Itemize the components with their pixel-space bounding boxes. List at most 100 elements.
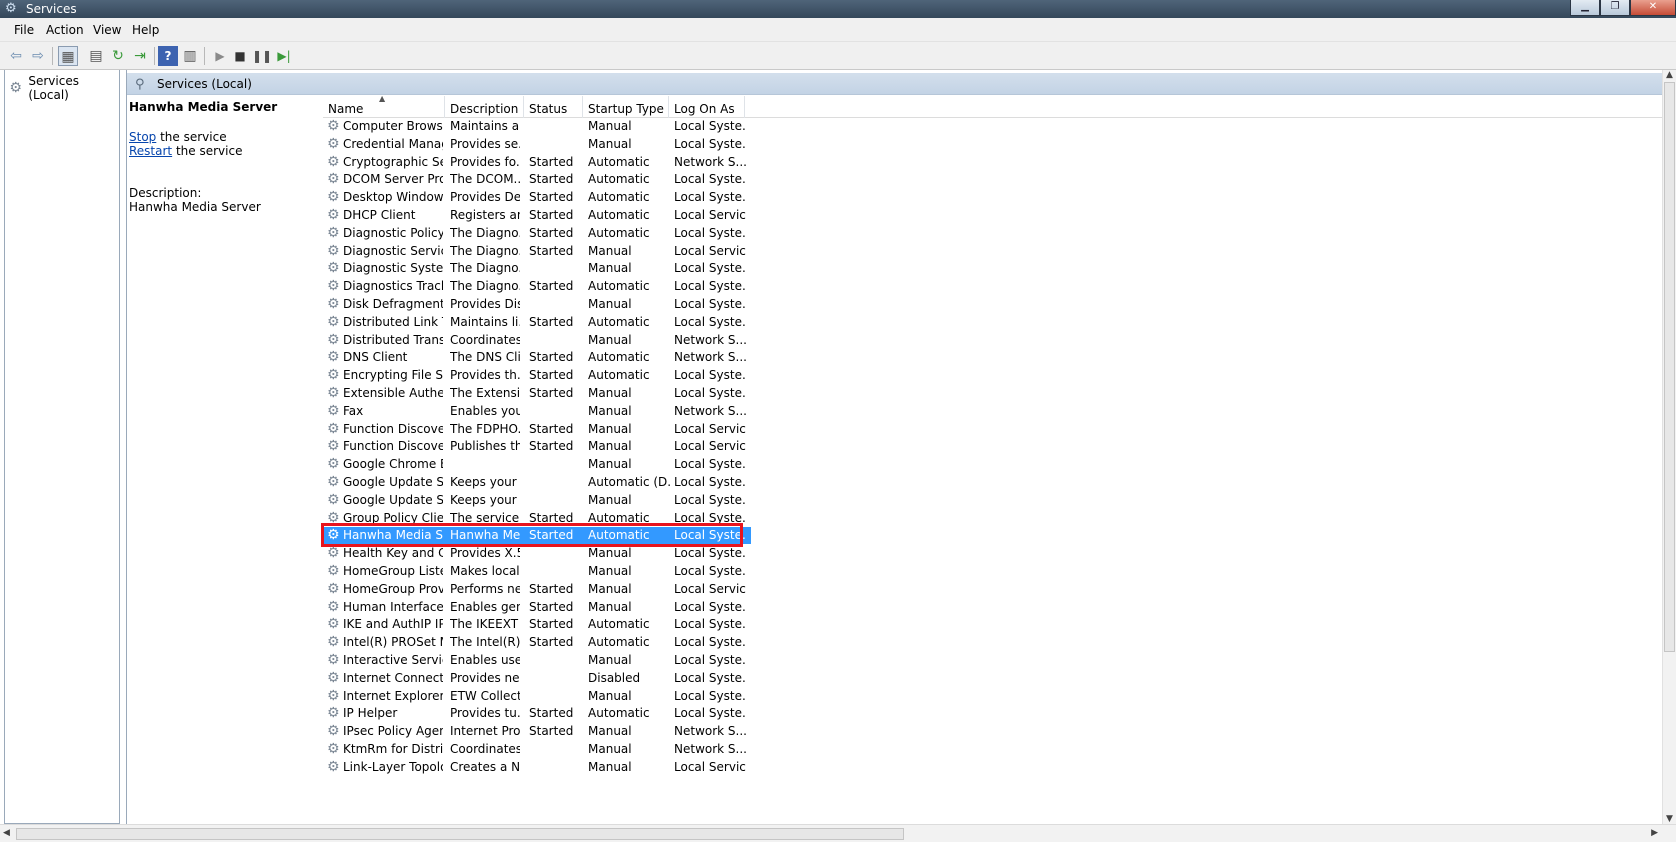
back-arrow-icon[interactable]: ⇦ (6, 46, 26, 66)
menu-action[interactable]: Action (46, 23, 84, 37)
cell-name: Desktop Window ... (343, 190, 443, 205)
table-row[interactable]: ⚙Internet Explorer E... ETW Collect... Man… (323, 688, 751, 705)
vertical-scroll-thumb[interactable] (1664, 82, 1675, 652)
table-row[interactable]: ⚙Desktop Window ... Provides De... Started… (323, 189, 751, 206)
table-row[interactable]: ⚙Disk Defragmenter Provides Dis... Manual L… (323, 296, 751, 313)
table-row[interactable]: ⚙DNS Client The DNS Cli... Started Automati… (323, 349, 751, 366)
table-row[interactable]: ⚙HomeGroup Provi... Performs ne... Started… (323, 581, 751, 598)
cell-desc: The Extensi... (450, 386, 520, 400)
table-row[interactable]: ⚙KtmRm for Distrib... Coordinates... Manua… (323, 741, 751, 758)
cell-logon: Local Syste... (674, 510, 746, 525)
service-gear-icon: ⚙ (327, 189, 340, 206)
table-row[interactable]: ⚙Health Key and Ce... Provides X.5... Manu… (323, 545, 751, 562)
cell-logon: Local Syste... (674, 528, 746, 543)
title-bar: ⚙ Services ▁ ❐ ✕ (0, 0, 1676, 18)
table-row[interactable]: ⚙Diagnostics Tracki... The Diagno... Start… (323, 278, 751, 295)
table-row[interactable]: ⚙Diagnostic Policy ... The Diagno... Start… (323, 225, 751, 242)
table-row[interactable]: ⚙Function Discover... Publishes th... Star… (323, 438, 751, 455)
cell-name: Diagnostic Service... (343, 243, 443, 258)
show-hide-console-tree-icon[interactable]: ▦ (58, 46, 78, 66)
table-row[interactable]: ⚙Link-Layer Topolo... Creates a N... Manua… (323, 759, 751, 776)
toolbar-separator (204, 47, 205, 65)
refresh-icon[interactable]: ↻ (108, 46, 128, 66)
table-row[interactable]: ⚙IP Helper Provides tu... Started Automatic… (323, 705, 751, 722)
close-button[interactable]: ✕ (1630, 0, 1676, 16)
cell-logon: Network S... (674, 742, 746, 756)
column-header-status[interactable]: Status (524, 96, 583, 118)
cell-name: Distributed Transa... (343, 332, 443, 347)
restart-service-icon[interactable]: ▶| (274, 46, 294, 66)
cell-startup: Manual (588, 403, 632, 418)
stop-service-link[interactable]: Stop (129, 130, 156, 144)
table-row[interactable]: ⚙Google Update Se... Keeps your ... Automa… (323, 474, 751, 491)
forward-arrow-icon[interactable]: ⇨ (28, 46, 48, 66)
table-row[interactable]: ⚙Hanwha Media Se... Hanwha Me... Started Au… (321, 523, 751, 548)
tree-item-services-local[interactable]: ⚙ Services (Local) (9, 74, 119, 102)
table-row[interactable]: ⚙Extensible Authen... The Extensi... Start… (323, 385, 751, 402)
table-row[interactable]: ⚙Intel(R) PROSet M... The Intel(R) ... Sta… (323, 634, 751, 651)
table-row[interactable]: ⚙Google Chrome El... Manual Local Syste... (323, 456, 751, 473)
toolbar: ⇦ ⇨ ▦ ▤ ↻ ⇥ ? ▥ ▶ ■ ❚❚ ▶| (0, 42, 1676, 70)
table-row[interactable]: ⚙Encrypting File Sy... Provides th... Star… (323, 367, 751, 384)
pause-service-icon[interactable]: ❚❚ (252, 46, 272, 66)
list-header: ▲ Name Description Status Startup Type L… (323, 94, 1663, 118)
table-row[interactable]: ⚙Distributed Transa... Coordinates... Manu… (323, 332, 751, 349)
cell-logon: Local Syste... (674, 564, 746, 578)
service-gear-icon: ⚙ (327, 669, 340, 686)
cell-name: HomeGroup Provi... (343, 581, 443, 596)
menu-help[interactable]: Help (132, 23, 159, 37)
menu-view[interactable]: View (93, 23, 121, 37)
table-row[interactable]: ⚙Computer Browser Maintains a... Manual Loc… (323, 118, 751, 135)
horizontal-scroll-thumb[interactable] (16, 828, 904, 840)
menu-file[interactable]: File (14, 23, 34, 37)
cell-status: Started (529, 190, 574, 205)
scroll-left-icon[interactable]: ◀ (3, 828, 10, 838)
table-row[interactable]: ⚙Distributed Link Tr... Maintains li... St… (323, 314, 751, 331)
table-row[interactable]: ⚙Fax Enables you... Manual Network S... (323, 403, 751, 420)
minimize-button[interactable]: ▁ (1570, 0, 1600, 16)
scroll-right-icon[interactable]: ▶ (1651, 828, 1658, 838)
cell-desc: Publishes th... (450, 439, 520, 454)
cell-name: Hanwha Media Se... (343, 528, 443, 543)
column-header-name[interactable]: ▲ Name (323, 94, 445, 118)
table-row[interactable]: ⚙DHCP Client Registers an... Started Automa… (323, 207, 751, 224)
vertical-scrollbar[interactable]: ▲ ▼ (1662, 70, 1676, 824)
column-header-log-on-as[interactable]: Log On As (669, 96, 745, 118)
table-row[interactable]: ⚙Function Discover... The FDPHO... Started… (323, 421, 751, 438)
cell-startup: Manual (588, 581, 632, 596)
horizontal-scrollbar[interactable]: ◀ ▶ (0, 824, 1676, 842)
table-row[interactable]: ⚙Interactive Service... Enables use... Man… (323, 652, 751, 669)
cell-startup: Manual (588, 688, 632, 703)
restart-service-link[interactable]: Restart (129, 144, 172, 158)
cell-logon: Local Syste... (674, 653, 746, 667)
service-gear-icon: ⚙ (327, 491, 340, 508)
table-row[interactable]: ⚙Diagnostic Service... The Diagno... Start… (323, 243, 751, 260)
help-icon[interactable]: ? (158, 46, 178, 66)
export-list-icon[interactable]: ⇥ (130, 46, 150, 66)
table-row[interactable]: ⚙Cryptographic Ser... Provides fo... Start… (323, 154, 751, 171)
cell-logon: Local Syste... (674, 457, 746, 472)
scroll-up-icon[interactable]: ▲ (1666, 70, 1673, 80)
start-service-icon[interactable]: ▶ (210, 46, 230, 66)
service-gear-icon: ⚙ (327, 616, 340, 633)
table-row[interactable]: ⚙Credential Manager Provides se... Manual L… (323, 136, 751, 153)
scroll-down-icon[interactable]: ▼ (1666, 814, 1673, 824)
properties-icon[interactable]: ▤ (86, 46, 106, 66)
table-row[interactable]: ⚙IKE and AuthIP IPs... The IKEEXT ... Star… (323, 616, 751, 633)
cell-logon: Local Syste... (674, 386, 746, 400)
table-row[interactable]: ⚙IPsec Policy Agent Internet Pro... Starte… (323, 723, 751, 740)
action-pane-icon[interactable]: ▥ (180, 46, 200, 66)
table-row[interactable]: ⚙Internet Connecti... Provides ne... Disab… (323, 670, 751, 687)
column-header-startup-type[interactable]: Startup Type (583, 96, 669, 118)
table-row[interactable]: ⚙Group Policy Client The service ... Start… (323, 510, 751, 527)
table-row[interactable]: ⚙Human Interface ... Enables gen... Starte… (323, 599, 751, 616)
pane-title: Services (Local) (157, 77, 252, 91)
window-controls: ▁ ❐ ✕ (1570, 0, 1676, 16)
table-row[interactable]: ⚙HomeGroup Liste... Makes local... Manual L… (323, 563, 751, 580)
table-row[interactable]: ⚙DCOM Server Pro... The DCOM... Started Aut… (323, 171, 751, 188)
table-row[interactable]: ⚙Diagnostic System... The Diagno... Manual… (323, 260, 751, 277)
column-header-description[interactable]: Description (445, 96, 524, 118)
table-row[interactable]: ⚙Google Update Se... Keeps your ... Manual… (323, 492, 751, 509)
stop-service-icon[interactable]: ■ (230, 46, 250, 66)
restore-button[interactable]: ❐ (1600, 0, 1630, 16)
